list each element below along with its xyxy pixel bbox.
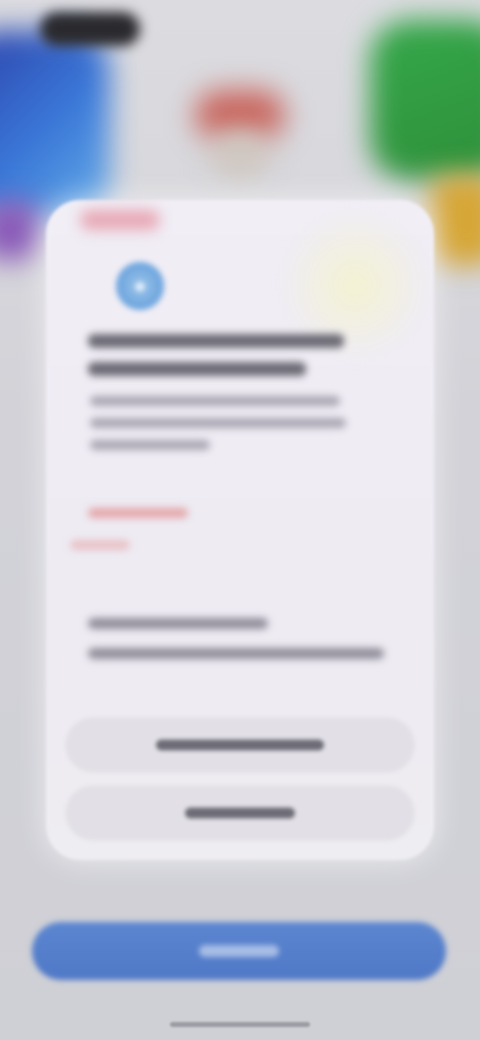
sheet-title-line-1 <box>88 334 344 348</box>
secondary-button-1-label-bar <box>156 739 324 751</box>
background-avatar-face <box>210 130 270 180</box>
primary-button-label-bar <box>199 945 279 957</box>
learn-more-link[interactable] <box>88 508 188 518</box>
secondary-button-1[interactable] <box>66 718 414 772</box>
sheet-body-line-2 <box>90 418 346 428</box>
primary-continue-button[interactable] <box>32 922 446 980</box>
sheet-body-line-1 <box>90 396 340 406</box>
background-app-icon-purple <box>0 200 40 260</box>
card-accent-mark <box>80 210 160 230</box>
link-underline <box>70 540 130 550</box>
sheet-title-line-2 <box>88 362 306 376</box>
background-app-icon-green <box>370 20 480 180</box>
sheet-body-line-3 <box>90 440 210 450</box>
background-app-icon-blue <box>0 30 110 220</box>
home-indicator[interactable] <box>170 1022 310 1027</box>
app-glyph-icon: ● <box>133 273 147 298</box>
background-app-icon-yellow <box>430 175 480 265</box>
sheet-note-line-2 <box>88 648 384 659</box>
secondary-button-2[interactable] <box>66 786 414 840</box>
secondary-button-2-label-bar <box>185 807 295 819</box>
dynamic-island-icon <box>40 12 140 46</box>
phone-screen: ● <box>0 0 480 1040</box>
app-badge-icon: ● <box>116 262 164 310</box>
sheet-note-line-1 <box>88 618 268 629</box>
